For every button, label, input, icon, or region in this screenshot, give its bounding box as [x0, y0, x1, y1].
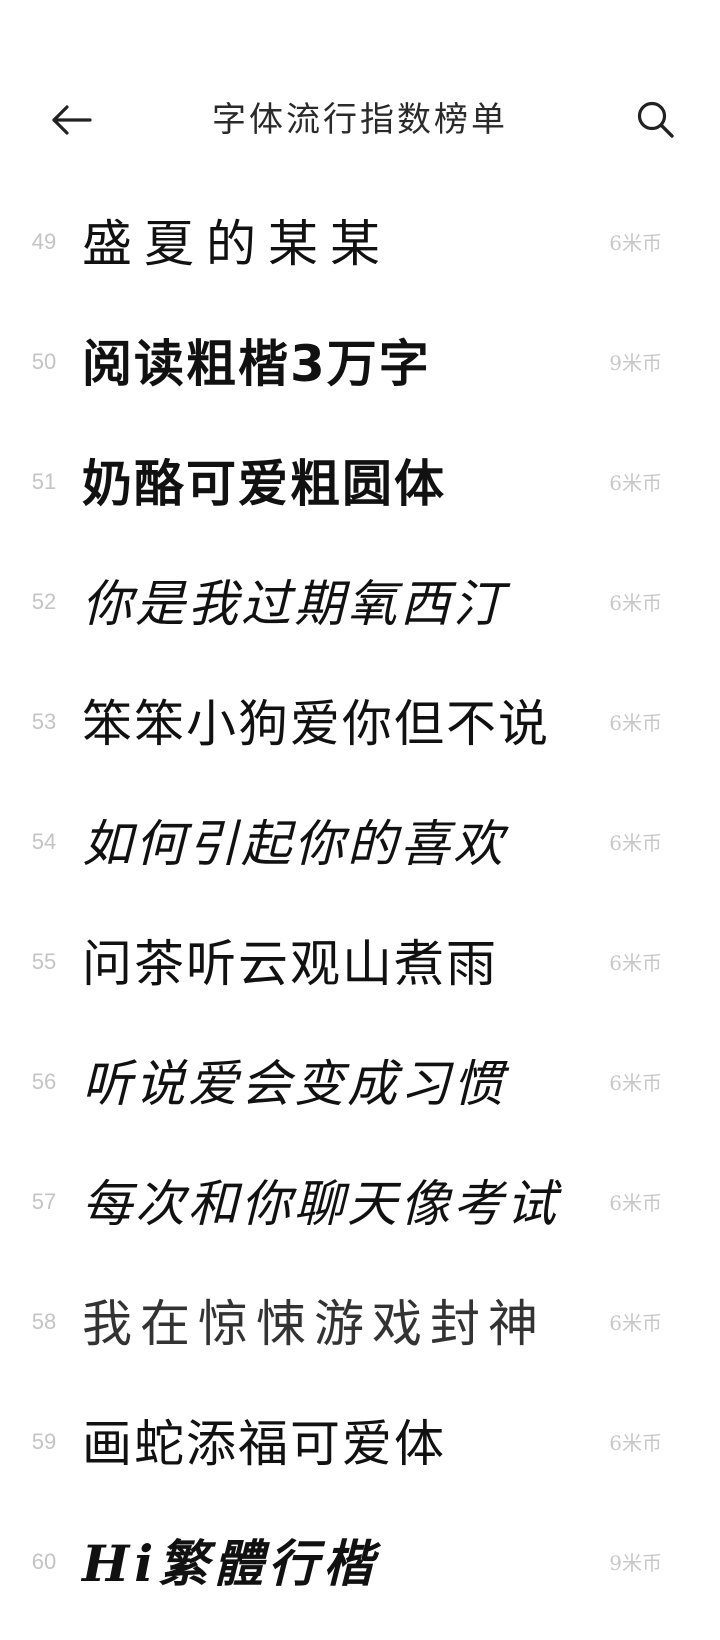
- top-app-bar: 字体流行指数榜单: [0, 80, 720, 160]
- font-list-item[interactable]: 49 盛夏的某某 6米币: [0, 190, 720, 310]
- rank-number: 60: [31, 1549, 57, 1574]
- price-label: 6米币: [609, 591, 662, 615]
- font-list-item[interactable]: 59 画蛇添福可爱体 6米币: [0, 1390, 720, 1510]
- font-list-item[interactable]: 56 听说爱会变成习惯 6米币: [0, 1030, 720, 1150]
- rank-number: 51: [31, 469, 57, 494]
- font-preview-name: 阅读粗楷3万字: [82, 335, 431, 393]
- price-label: 6米币: [609, 471, 662, 495]
- rank-number: 58: [31, 1309, 57, 1334]
- font-preview-name: 奶酪可爱粗圆体: [82, 455, 446, 513]
- price-label: 6米币: [609, 711, 662, 735]
- font-preview-name: 笨笨小狗爱你但不说: [82, 696, 550, 752]
- rank-number: 50: [31, 349, 57, 374]
- price-label: 6米币: [609, 831, 662, 855]
- font-preview-name: 听说爱会变成习惯: [82, 1055, 506, 1113]
- font-list-item[interactable]: 60 Hi繁體行楷 9米币: [0, 1510, 720, 1630]
- price-label: 9米币: [609, 1551, 662, 1575]
- price-label: 6米币: [609, 1191, 662, 1215]
- price-label: 6米币: [609, 1071, 662, 1095]
- rank-number: 57: [31, 1189, 57, 1214]
- back-arrow-icon: [52, 105, 92, 135]
- price-label: 6米币: [609, 231, 662, 255]
- search-icon: [637, 101, 674, 138]
- rank-number: 55: [31, 949, 57, 974]
- font-preview-name: 你是我过期氧西汀: [82, 575, 506, 633]
- font-preview-name: 盛夏的某某: [82, 215, 392, 273]
- font-list-item[interactable]: 50 阅读粗楷3万字 9米币: [0, 310, 720, 430]
- price-label: 6米币: [609, 951, 662, 975]
- price-label: 9米币: [609, 351, 662, 375]
- price-label: 6米币: [609, 1311, 662, 1335]
- font-list-item[interactable]: 54 如何引起你的喜欢 6米币: [0, 790, 720, 910]
- font-list-item[interactable]: 53 笨笨小狗爱你但不说 6米币: [0, 670, 720, 790]
- font-preview-name: Hi繁體行楷: [82, 1534, 379, 1593]
- font-list-item[interactable]: 57 每次和你聊天像考试 6米币: [0, 1150, 720, 1270]
- search-button[interactable]: [628, 94, 684, 146]
- font-list-item[interactable]: 51 奶酪可爱粗圆体 6米币: [0, 430, 720, 550]
- back-button[interactable]: [44, 96, 100, 144]
- rank-number: 59: [31, 1429, 57, 1454]
- font-preview-name: 问茶听云观山煮雨: [82, 936, 498, 992]
- rank-number: 54: [31, 829, 57, 854]
- page-title: 字体流行指数榜单: [212, 100, 508, 140]
- font-list-item[interactable]: 58 我在惊悚游戏封神 6米币: [0, 1270, 720, 1390]
- font-preview-name: 我在惊悚游戏封神: [82, 1296, 546, 1352]
- font-preview-name: 每次和你聊天像考试: [82, 1175, 559, 1233]
- font-list-item[interactable]: 55 问茶听云观山煮雨 6米币: [0, 910, 720, 1030]
- font-preview-name: 如何引起你的喜欢: [82, 815, 506, 873]
- rank-number: 56: [31, 1069, 57, 1094]
- font-preview-name: 画蛇添福可爱体: [82, 1416, 446, 1472]
- rank-number: 53: [31, 709, 57, 734]
- font-ranking-list: 49 盛夏的某某 6米币 50 阅读粗楷3万字 9米币 51 奶酪可爱粗圆体 6…: [0, 190, 720, 1630]
- price-label: 6米币: [609, 1431, 662, 1455]
- rank-number: 52: [31, 589, 57, 614]
- rank-number: 49: [31, 229, 57, 254]
- font-list-item[interactable]: 52 你是我过期氧西汀 6米币: [0, 550, 720, 670]
